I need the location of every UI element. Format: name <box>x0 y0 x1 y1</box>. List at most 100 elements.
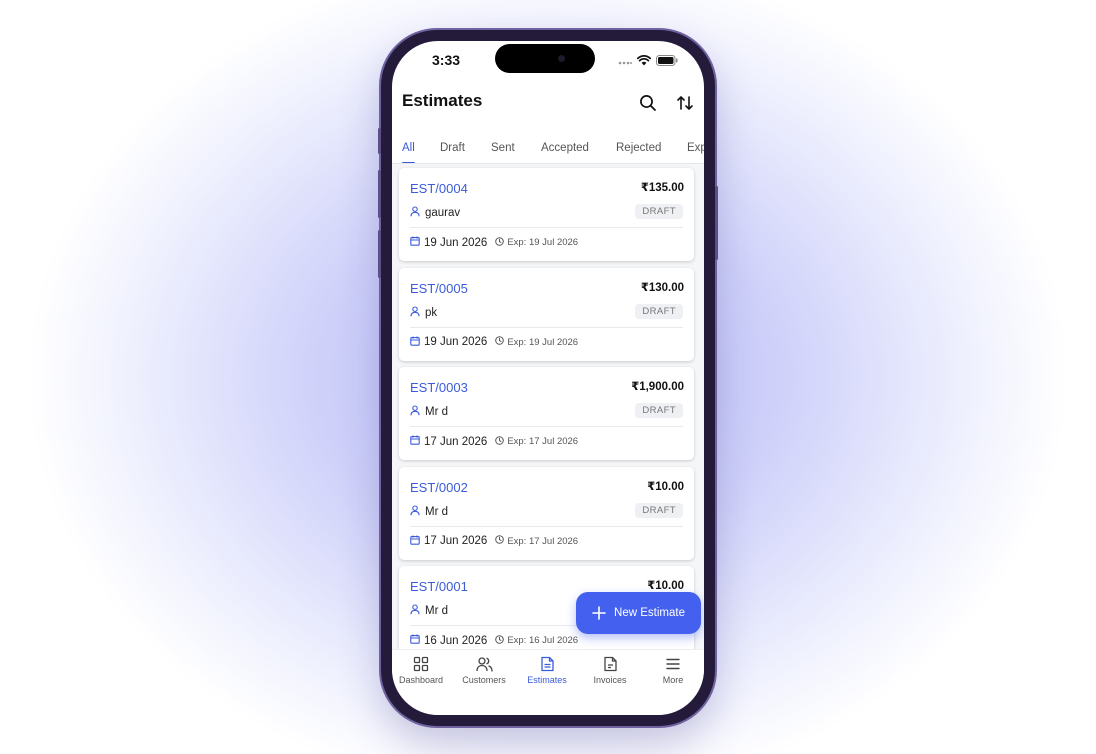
estimates-list[interactable]: EST/0004 ₹135.00 gaurav DRAFT 19 Jun 2026 Exp… <box>392 164 704 657</box>
expiry: Exp: 17 Jul 2026 <box>495 435 579 448</box>
estimate-dates: 17 Jun 2026 Exp: 17 Jul 2026 <box>410 435 578 448</box>
sort-button[interactable] <box>673 91 697 115</box>
user-icon <box>410 504 420 519</box>
nav-estimates[interactable]: Estimates <box>516 656 578 685</box>
clock-icon <box>495 435 505 448</box>
expiry: Exp: 19 Jul 2026 <box>495 336 578 348</box>
menu-icon <box>666 658 680 670</box>
clock-icon <box>495 535 505 547</box>
estimate-amount: ₹135.00 <box>640 182 684 194</box>
estimate-customer: Mr d <box>410 604 448 618</box>
new-estimate-label: New Estimate <box>614 607 685 619</box>
card-divider <box>410 525 683 527</box>
app-screen: 3:33 Estimates All Draft Sent Accepted R… <box>392 41 704 715</box>
expiry: Exp: 17 Jul 2026 <box>495 535 578 547</box>
bottom-nav: Dashboard Customers Estimates Invoices M… <box>392 649 704 715</box>
status-bar: 3:33 <box>392 41 704 87</box>
search-button[interactable] <box>636 91 660 115</box>
dynamic-island <box>495 44 595 73</box>
clock-icon <box>495 634 505 647</box>
estimate-date: 17 Jun 2026 <box>424 435 488 448</box>
expiry-date: Exp: 17 Jul 2026 <box>507 535 579 547</box>
expiry-date: Exp: 19 Jul 2026 <box>507 336 579 348</box>
estimate-dates: 19 Jun 2026 Exp: 19 Jul 2026 <box>410 236 578 249</box>
status-time: 3:33 <box>432 52 461 68</box>
nav-invoices[interactable]: Invoices <box>579 656 641 685</box>
nav-label-more: More <box>662 675 684 685</box>
tab-accepted[interactable]: Accepted <box>541 142 589 154</box>
customer-name: Mr d <box>425 605 448 617</box>
estimate-number[interactable]: EST/0002 <box>410 480 468 495</box>
page-title: Estimates <box>402 91 483 110</box>
estimate-customer: gaurav <box>410 206 460 220</box>
estimates-icon <box>540 656 554 672</box>
customers-icon <box>475 657 493 672</box>
estimate-number[interactable]: EST/0004 <box>410 181 468 196</box>
clock-icon <box>495 236 505 249</box>
card-divider <box>410 426 683 427</box>
estimate-card[interactable]: EST/0005 ₹130.00 pk DRAFT 19 Jun 2026 Exp: 19… <box>399 267 694 361</box>
card-divider <box>410 326 683 328</box>
estimate-amount: ₹10.00 <box>647 480 684 493</box>
nav-dashboard[interactable]: Dashboard <box>392 656 452 685</box>
camera-icon <box>558 55 565 62</box>
estimate-amount: ₹1,900.00 <box>631 381 684 393</box>
calendar-icon <box>410 236 420 249</box>
status-icons <box>618 53 678 71</box>
estimate-customer: pk <box>410 305 438 320</box>
estimate-amount: ₹10.00 <box>647 580 684 592</box>
user-icon <box>410 305 420 320</box>
phone-frame: 3:33 Estimates All Draft Sent Accepted R… <box>378 30 718 726</box>
estimate-number[interactable]: EST/0005 <box>410 281 468 296</box>
expiry: Exp: 19 Jul 2026 <box>495 236 579 249</box>
customer-name: Mr d <box>425 406 448 418</box>
customer-name: Mr d <box>425 505 448 518</box>
tab-expired[interactable]: Exp <box>687 142 704 154</box>
volume-up-button <box>378 170 381 218</box>
plus-icon <box>592 606 606 620</box>
expiry-date: Exp: 17 Jul 2026 <box>507 436 579 447</box>
expiry-date: Exp: 19 Jul 2026 <box>507 237 579 248</box>
status-badge: DRAFT <box>635 502 683 518</box>
new-estimate-button[interactable]: New Estimate <box>576 592 701 634</box>
volume-down-button <box>378 230 381 278</box>
wifi-icon <box>636 53 652 71</box>
customer-name: gaurav <box>425 207 461 219</box>
nav-label-estimates: Estimates <box>527 675 567 685</box>
tab-all[interactable]: All <box>402 142 415 154</box>
nav-label-customers: Customers <box>462 675 506 685</box>
nav-more[interactable]: More <box>642 656 704 685</box>
invoices-icon <box>603 656 617 672</box>
estimate-card[interactable]: EST/0002 ₹10.00 Mr d DRAFT 17 Jun 2026 Exp: 1… <box>399 466 694 560</box>
nav-customers[interactable]: Customers <box>453 656 515 685</box>
estimate-customer: Mr d <box>410 405 448 419</box>
clock-icon <box>495 336 505 348</box>
status-badge: DRAFT <box>635 204 683 219</box>
estimate-card[interactable]: EST/0004 ₹135.00 gaurav DRAFT 19 Jun 2026 Exp… <box>399 168 694 261</box>
signal-icon <box>618 53 632 71</box>
calendar-icon <box>410 435 420 448</box>
estimate-dates: 16 Jun 2026 Exp: 16 Jul 2026 <box>410 634 578 647</box>
estimate-number[interactable]: EST/0001 <box>410 579 468 594</box>
estimate-dates: 17 Jun 2026 Exp: 17 Jul 2026 <box>410 535 578 548</box>
expiry-date: Exp: 16 Jul 2026 <box>507 635 579 646</box>
user-icon <box>410 405 420 419</box>
card-divider <box>410 227 683 228</box>
nav-label-dashboard: Dashboard <box>398 675 444 685</box>
battery-icon <box>656 53 678 71</box>
action-button <box>378 128 381 154</box>
power-button <box>715 186 718 260</box>
estimate-card[interactable]: EST/0003 ₹1,900.00 Mr d DRAFT 17 Jun 2026 Exp… <box>399 367 694 460</box>
search-icon <box>640 95 656 111</box>
customer-name: pk <box>425 306 438 319</box>
tab-rejected[interactable]: Rejected <box>616 142 661 154</box>
dashboard-icon <box>413 656 429 672</box>
tab-sent[interactable]: Sent <box>491 142 515 154</box>
estimate-number[interactable]: EST/0003 <box>410 380 468 395</box>
tab-draft[interactable]: Draft <box>440 142 465 154</box>
calendar-icon <box>410 336 420 349</box>
estimate-date: 19 Jun 2026 <box>424 336 488 348</box>
status-badge: DRAFT <box>635 303 683 319</box>
estimate-amount: ₹130.00 <box>640 281 684 294</box>
calendar-icon <box>410 634 420 647</box>
